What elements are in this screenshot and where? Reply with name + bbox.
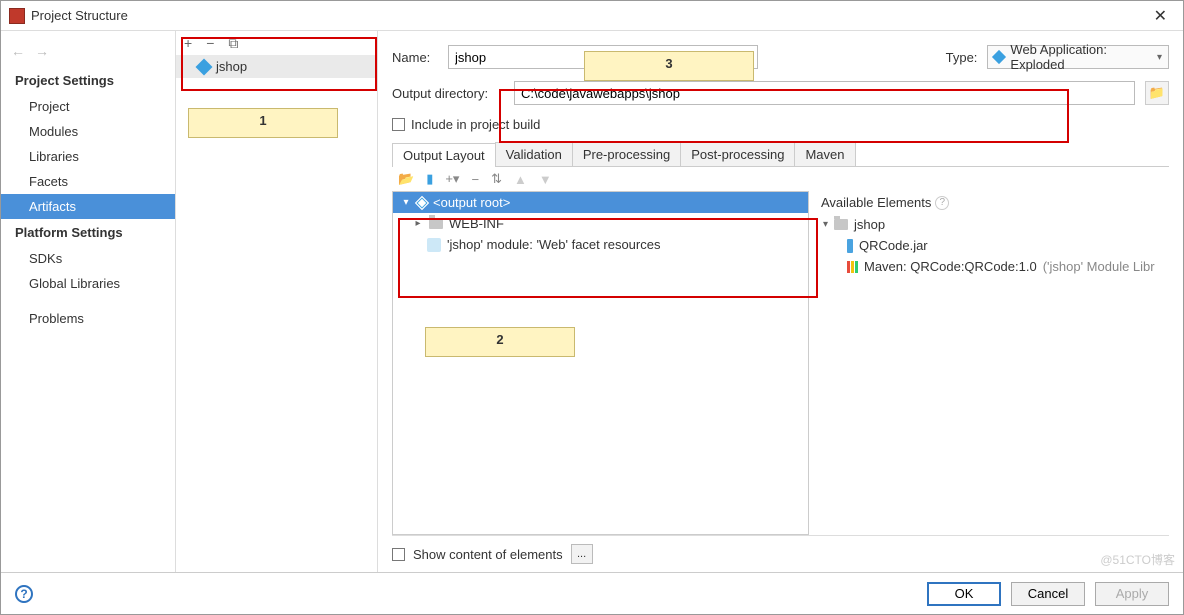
sidebar-item-artifacts[interactable]: Artifacts [1, 194, 175, 219]
artifact-label: jshop [216, 59, 247, 74]
artifact-list-panel: + − ⧉ jshop [176, 31, 378, 572]
type-select[interactable]: Web Application: Exploded ▾ [987, 45, 1169, 69]
tabs: Output Layout Validation Pre-processing … [392, 142, 1169, 167]
new-folder-icon[interactable]: 📂 [398, 171, 414, 187]
outdir-input[interactable] [514, 81, 1135, 105]
add-copy-icon[interactable]: +▾ [445, 171, 459, 187]
close-icon[interactable]: ✕ [1146, 6, 1175, 26]
type-value: Web Application: Exploded [1010, 42, 1151, 72]
up-icon[interactable]: ▲ [514, 172, 527, 187]
sidebar-item-problems[interactable]: Problems [1, 306, 175, 331]
avail-item-label: QRCode.jar [859, 238, 928, 253]
browse-folder-button[interactable]: 📁 [1145, 81, 1169, 105]
ok-button[interactable]: OK [927, 582, 1001, 606]
name-label: Name: [392, 50, 438, 65]
jar-icon [847, 239, 853, 253]
copy-artifact-icon[interactable]: ⧉ [228, 35, 238, 52]
app-icon [9, 8, 25, 24]
tree-node-label: 'jshop' module: 'Web' facet resources [447, 237, 660, 252]
sidebar-item-project[interactable]: Project [1, 94, 175, 119]
sort-icon[interactable]: ⇅ [491, 171, 502, 187]
avail-item-maven[interactable]: Maven: QRCode:QRCode:1.0 ('jshop' Module… [819, 256, 1169, 277]
tab-validation[interactable]: Validation [495, 142, 573, 166]
tab-maven[interactable]: Maven [794, 142, 855, 166]
artifact-icon [196, 58, 213, 75]
available-elements-header: Available Elements [821, 195, 931, 210]
tree-root[interactable]: ▾ <output root> [393, 192, 808, 213]
show-content-label: Show content of elements [413, 547, 563, 562]
tree-node-webinf[interactable]: ▸ WEB-INF [393, 213, 808, 234]
show-content-checkbox[interactable] [392, 548, 405, 561]
remove-artifact-icon[interactable]: − [206, 35, 214, 51]
expand-icon[interactable]: ▸ [413, 218, 423, 229]
archive-icon[interactable]: ▮ [426, 171, 433, 187]
output-tree[interactable]: ▾ <output root> ▸ WEB-INF 'jshop' module… [392, 191, 809, 535]
chevron-down-icon: ▾ [1157, 52, 1162, 63]
avail-item-suffix: ('jshop' Module Libr [1043, 259, 1155, 274]
include-in-build-checkbox[interactable] [392, 118, 405, 131]
sidebar-item-global-libraries[interactable]: Global Libraries [1, 271, 175, 296]
window-title: Project Structure [31, 8, 1146, 23]
maven-icon [847, 261, 858, 273]
sidebar-item-libraries[interactable]: Libraries [1, 144, 175, 169]
artifact-item-jshop[interactable]: jshop [176, 55, 377, 78]
remove-icon[interactable]: − [471, 172, 479, 187]
show-content-options-button[interactable]: ... [571, 544, 593, 564]
add-artifact-icon[interactable]: + [184, 35, 192, 51]
type-icon [992, 50, 1006, 64]
expand-icon[interactable]: ▾ [823, 219, 828, 230]
down-icon[interactable]: ▼ [539, 172, 552, 187]
output-root-icon [415, 195, 429, 209]
tab-pre-processing[interactable]: Pre-processing [572, 142, 681, 166]
sidebar-heading-project: Project Settings [1, 67, 175, 94]
web-facet-icon [427, 238, 441, 252]
tab-output-layout[interactable]: Output Layout [392, 143, 496, 167]
sidebar: ← → Project Settings Project Modules Lib… [1, 31, 176, 572]
tree-node-facet[interactable]: 'jshop' module: 'Web' facet resources [393, 234, 808, 255]
include-in-build-label: Include in project build [411, 117, 540, 132]
nav-back-icon[interactable]: ← [11, 43, 25, 59]
help-icon[interactable]: ? [935, 196, 949, 210]
name-input[interactable] [448, 45, 758, 69]
titlebar: Project Structure ✕ [1, 1, 1183, 31]
cancel-button[interactable]: Cancel [1011, 582, 1085, 606]
folder-icon [834, 219, 848, 230]
apply-button[interactable]: Apply [1095, 582, 1169, 606]
avail-item-label: Maven: QRCode:QRCode:1.0 [864, 259, 1037, 274]
help-button[interactable]: ? [15, 585, 33, 603]
expand-icon[interactable]: ▾ [401, 197, 411, 208]
sidebar-heading-platform: Platform Settings [1, 219, 175, 246]
avail-item-qrcode[interactable]: QRCode.jar [819, 235, 1169, 256]
outdir-label: Output directory: [392, 86, 504, 101]
available-elements-panel: Available Elements ? ▾ jshop QRCode.jar [819, 191, 1169, 535]
avail-project-label: jshop [854, 217, 885, 232]
sidebar-item-modules[interactable]: Modules [1, 119, 175, 144]
footer: ? OK Cancel Apply [1, 572, 1183, 614]
tab-post-processing[interactable]: Post-processing [680, 142, 795, 166]
main-panel: Name: Type: Web Application: Exploded ▾ … [378, 31, 1183, 572]
tree-root-label: <output root> [433, 195, 510, 210]
folder-icon [429, 218, 443, 229]
sidebar-item-facets[interactable]: Facets [1, 169, 175, 194]
avail-project[interactable]: ▾ jshop [819, 214, 1169, 235]
tree-node-label: WEB-INF [449, 216, 504, 231]
nav-forward-icon[interactable]: → [35, 43, 49, 59]
output-toolbar: 📂 ▮ +▾ − ⇅ ▲ ▼ [392, 167, 1169, 191]
type-label: Type: [946, 50, 978, 65]
sidebar-item-sdks[interactable]: SDKs [1, 246, 175, 271]
